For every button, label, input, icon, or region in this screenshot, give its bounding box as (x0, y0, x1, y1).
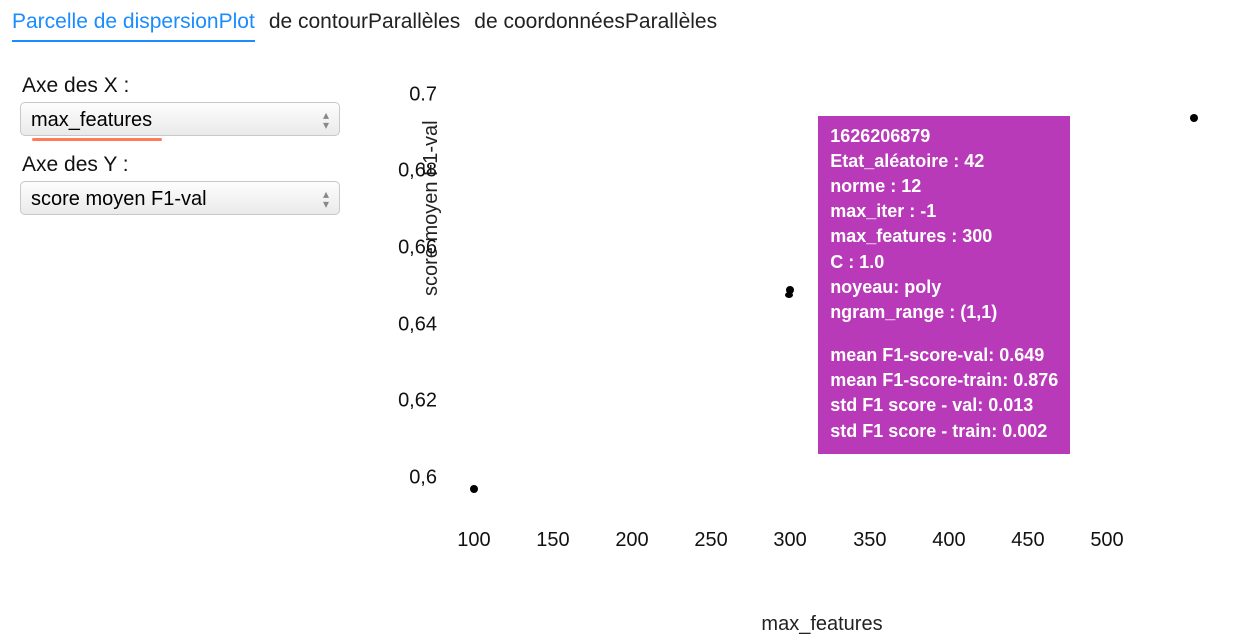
ytick: 0.7 (382, 83, 437, 106)
x-axis-label: Axe des X : (22, 74, 352, 98)
x-axis-value: max_features (31, 109, 152, 132)
point-tooltip: 1626206879 Etat_aléatoire : 42 norme : 1… (818, 116, 1070, 454)
tooltip-row: noyeau: poly (830, 275, 1058, 300)
tooltip-row: norme : 12 (830, 174, 1058, 199)
ytick: 0,6 (382, 466, 437, 489)
xtick: 400 (932, 529, 965, 552)
chevron-updown-icon: ▴▾ (323, 188, 329, 210)
tooltip-row: std F1 score - val: 0.013 (830, 393, 1058, 418)
tooltip-row: std F1 score - train: 0.002 (830, 419, 1058, 444)
tooltip-row: C : 1.0 (830, 250, 1058, 275)
ytick: 0,68 (382, 160, 437, 183)
y-axis-title: score moyen F1-val (420, 120, 443, 296)
xtick: 500 (1090, 529, 1123, 552)
tooltip-row: mean F1-score-train: 0.876 (830, 368, 1058, 393)
tooltip-row: max_features : 300 (830, 224, 1058, 249)
axis-controls: Axe des X : max_features ▴▾ Axe des Y : … (12, 70, 352, 219)
tabs: Parcelle de dispersionPlot de contourPar… (12, 10, 1253, 42)
y-axis-value: score moyen F1-val (31, 188, 207, 211)
tab-parallel[interactable]: de coordonnéesParallèles (474, 10, 717, 42)
tooltip-row: mean F1-score-val: 0.649 (830, 343, 1058, 368)
y-axis-select[interactable]: score moyen F1-val ▴▾ (20, 181, 340, 215)
tooltip-id: 1626206879 (830, 124, 1058, 149)
plot-area[interactable]: score moyen F1-val max_features 0.7 0,68… (442, 76, 1202, 516)
xtick: 450 (1011, 529, 1044, 552)
data-point[interactable] (470, 485, 478, 493)
tooltip-row: ngram_range : (1,1) (830, 300, 1058, 325)
y-axis-label: Axe des Y : (22, 153, 352, 177)
tooltip-row: max_iter : -1 (830, 199, 1058, 224)
x-axis-select[interactable]: max_features ▴▾ (20, 102, 340, 136)
tooltip-row: Etat_aléatoire : 42 (830, 149, 1058, 174)
chevron-updown-icon: ▴▾ (323, 109, 329, 131)
scatter-chart: score moyen F1-val max_features 0.7 0,68… (352, 70, 1232, 630)
data-point[interactable] (786, 286, 794, 294)
ytick: 0,62 (382, 390, 437, 413)
xtick: 250 (694, 529, 727, 552)
x-select-underline (32, 138, 162, 141)
xtick: 100 (457, 529, 490, 552)
xtick: 350 (853, 529, 886, 552)
tab-contour[interactable]: de contourParallèles (269, 10, 460, 42)
xtick: 300 (773, 529, 806, 552)
xtick: 150 (536, 529, 569, 552)
ytick: 0,66 (382, 237, 437, 260)
data-point[interactable] (1190, 114, 1198, 122)
tab-scatter[interactable]: Parcelle de dispersionPlot (12, 10, 255, 42)
x-axis-title: max_features (761, 613, 882, 636)
xtick: 200 (615, 529, 648, 552)
ytick: 0,64 (382, 313, 437, 336)
